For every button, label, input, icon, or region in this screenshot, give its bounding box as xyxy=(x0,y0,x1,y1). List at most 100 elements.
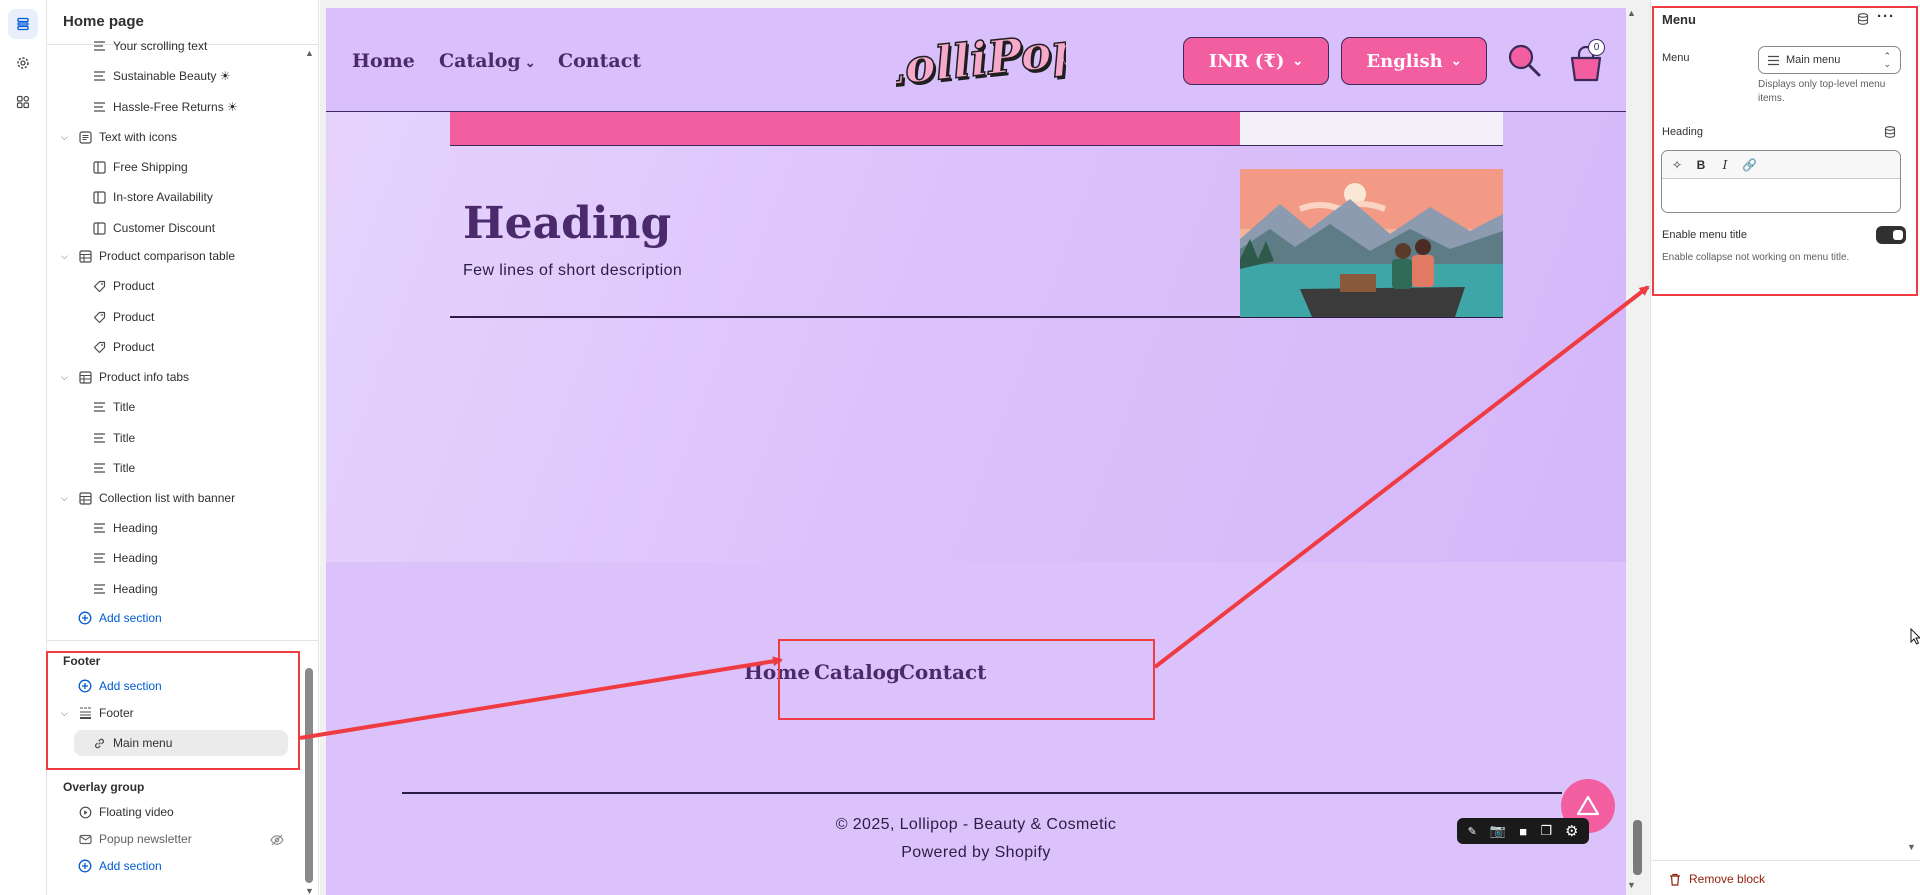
remove-block-button[interactable]: Remove block xyxy=(1669,872,1765,886)
email-icon xyxy=(77,831,93,847)
footer-link-home[interactable]: Home xyxy=(744,660,810,684)
table-icon xyxy=(77,248,93,264)
nav-link-home[interactable]: Home xyxy=(352,50,415,72)
more-options-icon[interactable]: ··· xyxy=(1877,8,1895,25)
preview-scrollbar-track[interactable] xyxy=(1631,0,1650,895)
tree-item-block[interactable]: Your scrolling text xyxy=(91,33,207,59)
tree-item-block[interactable]: Customer Discount xyxy=(91,215,215,241)
collection-banner-heading: Heading xyxy=(463,198,672,249)
database-icon[interactable] xyxy=(1857,13,1869,25)
chevron-down-icon[interactable]: ⌵ xyxy=(61,708,73,719)
bold-icon[interactable]: B xyxy=(1694,158,1708,172)
sidebar-scrollbar[interactable] xyxy=(305,668,313,883)
tree-item-floating-video[interactable]: Floating video xyxy=(77,799,174,825)
add-overlay-section-button[interactable]: Add section xyxy=(77,853,162,879)
theme-settings-rail-button[interactable] xyxy=(8,48,38,78)
scroll-up-arrow-icon[interactable]: ▲ xyxy=(305,48,314,58)
column-icon xyxy=(91,220,107,236)
nav-link-contact[interactable]: Contact xyxy=(558,50,641,72)
tree-item-popup-newsletter[interactable]: Popup newsletter xyxy=(77,826,192,852)
tree-item-block[interactable]: Free Shipping xyxy=(91,154,188,180)
add-section-button[interactable]: Add section xyxy=(77,605,162,631)
camera-icon[interactable]: 📷 xyxy=(1490,823,1506,839)
link-icon[interactable]: 🔗 xyxy=(1742,158,1757,172)
page-title: Home page xyxy=(63,13,144,30)
sections-rail-button[interactable] xyxy=(8,9,38,39)
italic-icon[interactable]: I xyxy=(1718,158,1732,172)
footer-link-catalog[interactable]: Catalog xyxy=(814,660,900,684)
divider xyxy=(1651,860,1920,861)
tree-item-label: Product comparison table xyxy=(99,249,236,263)
enable-menu-title-label: Enable menu title xyxy=(1662,229,1747,241)
text-lines-icon xyxy=(91,520,107,536)
cart-count-badge: 0 xyxy=(1588,39,1605,56)
text-lines-icon xyxy=(91,68,107,84)
tree-item-label: Title xyxy=(113,431,136,445)
tree-item-block[interactable]: Title xyxy=(91,425,135,451)
store-header: Home Catalog ⌄ Contact LolliPop LolliPop … xyxy=(326,8,1626,112)
tree-item-block[interactable]: Heading xyxy=(91,545,158,571)
tree-item-label: Floating video xyxy=(99,805,174,819)
chevron-down-icon[interactable]: ⌵ xyxy=(61,251,73,262)
tree-item-block[interactable]: Heading xyxy=(91,576,158,602)
eye-hidden-icon[interactable] xyxy=(270,833,284,851)
apps-icon xyxy=(16,95,30,109)
tree-item-section[interactable]: ⌵ Product info tabs xyxy=(61,364,189,390)
collection-banner-description: Few lines of short description xyxy=(463,262,683,279)
copyright-text: © 2025, Lollipop - Beauty & Cosmetic xyxy=(835,816,1117,833)
chevron-down-icon[interactable]: ⌵ xyxy=(61,372,73,383)
tree-item-label: Product info tabs xyxy=(99,370,190,384)
table-icon xyxy=(77,490,93,506)
tree-item-block[interactable]: Product xyxy=(91,273,154,299)
tree-item-section[interactable]: ⌵ Product comparison table xyxy=(61,243,235,269)
heading-rich-text-editor[interactable]: ✧ B I 🔗 xyxy=(1661,150,1901,213)
scroll-up-arrow-icon[interactable]: ▲ xyxy=(1627,8,1636,18)
tree-item-block[interactable]: Hassle-Free Returns ☀ xyxy=(91,94,238,120)
edit-icon[interactable]: ✎ xyxy=(1468,825,1477,838)
text-lines-icon xyxy=(91,99,107,115)
search-icon[interactable] xyxy=(1506,42,1544,80)
chevron-down-icon[interactable]: ⌵ xyxy=(61,132,73,143)
menu-select[interactable]: Main menu ⌃ ⌄ xyxy=(1758,46,1901,74)
tree-item-label: Hassle-Free Returns ☀ xyxy=(113,100,238,114)
tree-item-footer-section[interactable]: ⌵ Footer xyxy=(61,700,134,726)
store-logo[interactable]: LolliPop LolliPop xyxy=(896,26,1066,101)
tree-item-block[interactable]: In-store Availability xyxy=(91,184,213,210)
menu-help-text: Displays only top-level menu items. xyxy=(1758,79,1886,104)
gear-icon[interactable]: ⚙ xyxy=(1565,822,1578,840)
tree-item-label: Title xyxy=(113,400,136,414)
add-footer-section-button[interactable]: Add section xyxy=(77,673,162,699)
chevron-down-icon: ⌄ xyxy=(1292,53,1304,69)
scroll-down-arrow-icon[interactable]: ▼ xyxy=(305,886,314,895)
preview-scrollbar-thumb[interactable] xyxy=(1633,820,1642,875)
tree-item-block[interactable]: Title xyxy=(91,455,135,481)
tree-item-block[interactable]: Sustainable Beauty ☀ xyxy=(91,63,231,89)
dynamic-source-icon[interactable] xyxy=(1884,126,1896,138)
tree-item-block[interactable]: Product xyxy=(91,334,154,360)
scroll-down-arrow-icon[interactable]: ▼ xyxy=(1627,880,1636,890)
tree-item-block[interactable]: Title xyxy=(91,394,135,420)
magic-sparkle-icon[interactable]: ✧ xyxy=(1670,158,1684,172)
tree-item-main-menu[interactable]: Main menu xyxy=(74,730,288,756)
nav-link-catalog[interactable]: Catalog ⌄ xyxy=(439,50,536,72)
powered-by-link[interactable]: Powered by Shopify xyxy=(326,844,1626,862)
language-selector[interactable]: English ⌄ xyxy=(1341,37,1487,85)
window-icon[interactable]: ❐ xyxy=(1540,823,1552,839)
chevron-down-icon[interactable]: ⌵ xyxy=(61,493,73,504)
add-section-label: Add section xyxy=(99,859,162,873)
enable-menu-title-toggle[interactable] xyxy=(1876,226,1906,244)
app-embeds-rail-button[interactable] xyxy=(8,87,38,117)
table-icon xyxy=(77,369,93,385)
footer-link-contact[interactable]: Contact xyxy=(899,660,986,684)
tree-item-label: Your scrolling text xyxy=(113,39,208,53)
scroll-down-arrow-icon[interactable]: ▼ xyxy=(1907,842,1916,852)
tree-item-block[interactable]: Heading xyxy=(91,515,158,541)
tree-item-section[interactable]: ⌵ Collection list with banner xyxy=(61,485,235,511)
tree-item-block[interactable]: Product xyxy=(91,304,154,330)
tree-item-section[interactable]: ⌵ Text with icons xyxy=(61,124,177,150)
currency-selector[interactable]: INR (₹) ⌄ xyxy=(1183,37,1329,85)
tag-icon xyxy=(91,339,107,355)
video-icon[interactable]: ■ xyxy=(1519,824,1527,839)
play-circle-icon xyxy=(77,804,93,820)
editor-icon-rail xyxy=(0,0,47,895)
